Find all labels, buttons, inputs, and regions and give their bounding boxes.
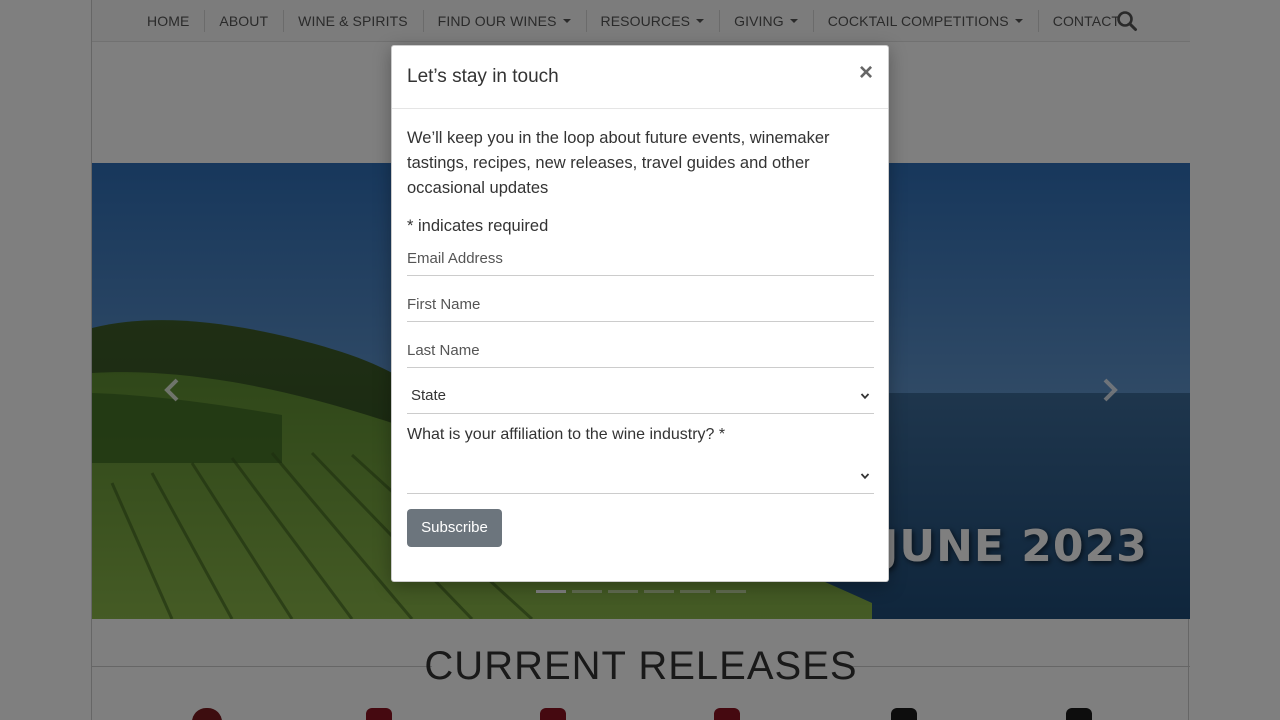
modal-title: Let’s stay in touch (407, 66, 559, 87)
modal-intro-text: We’ll keep you in the loop about future … (407, 129, 830, 197)
newsletter-modal: Let’s stay in touch × We’ll keep you in … (391, 45, 889, 582)
email-input[interactable] (407, 250, 874, 267)
state-select-value: State (411, 387, 447, 404)
last-name-field (407, 322, 874, 368)
subscribe-button[interactable]: Subscribe (407, 509, 502, 547)
modal-header: Let’s stay in touch × (392, 46, 888, 109)
modal-body: We’ll keep you in the loop about future … (407, 109, 874, 547)
close-icon[interactable]: × (855, 61, 877, 85)
state-select[interactable]: State (407, 368, 874, 414)
chevron-down-icon (860, 393, 870, 400)
email-field (407, 236, 874, 276)
chevron-down-icon (860, 473, 870, 480)
first-name-input[interactable] (407, 296, 874, 313)
required-note: * indicates required (407, 217, 549, 235)
first-name-field (407, 276, 874, 322)
affiliation-select[interactable] (407, 444, 874, 494)
last-name-input[interactable] (407, 342, 874, 359)
affiliation-label: What is your affiliation to the wine ind… (407, 426, 726, 443)
